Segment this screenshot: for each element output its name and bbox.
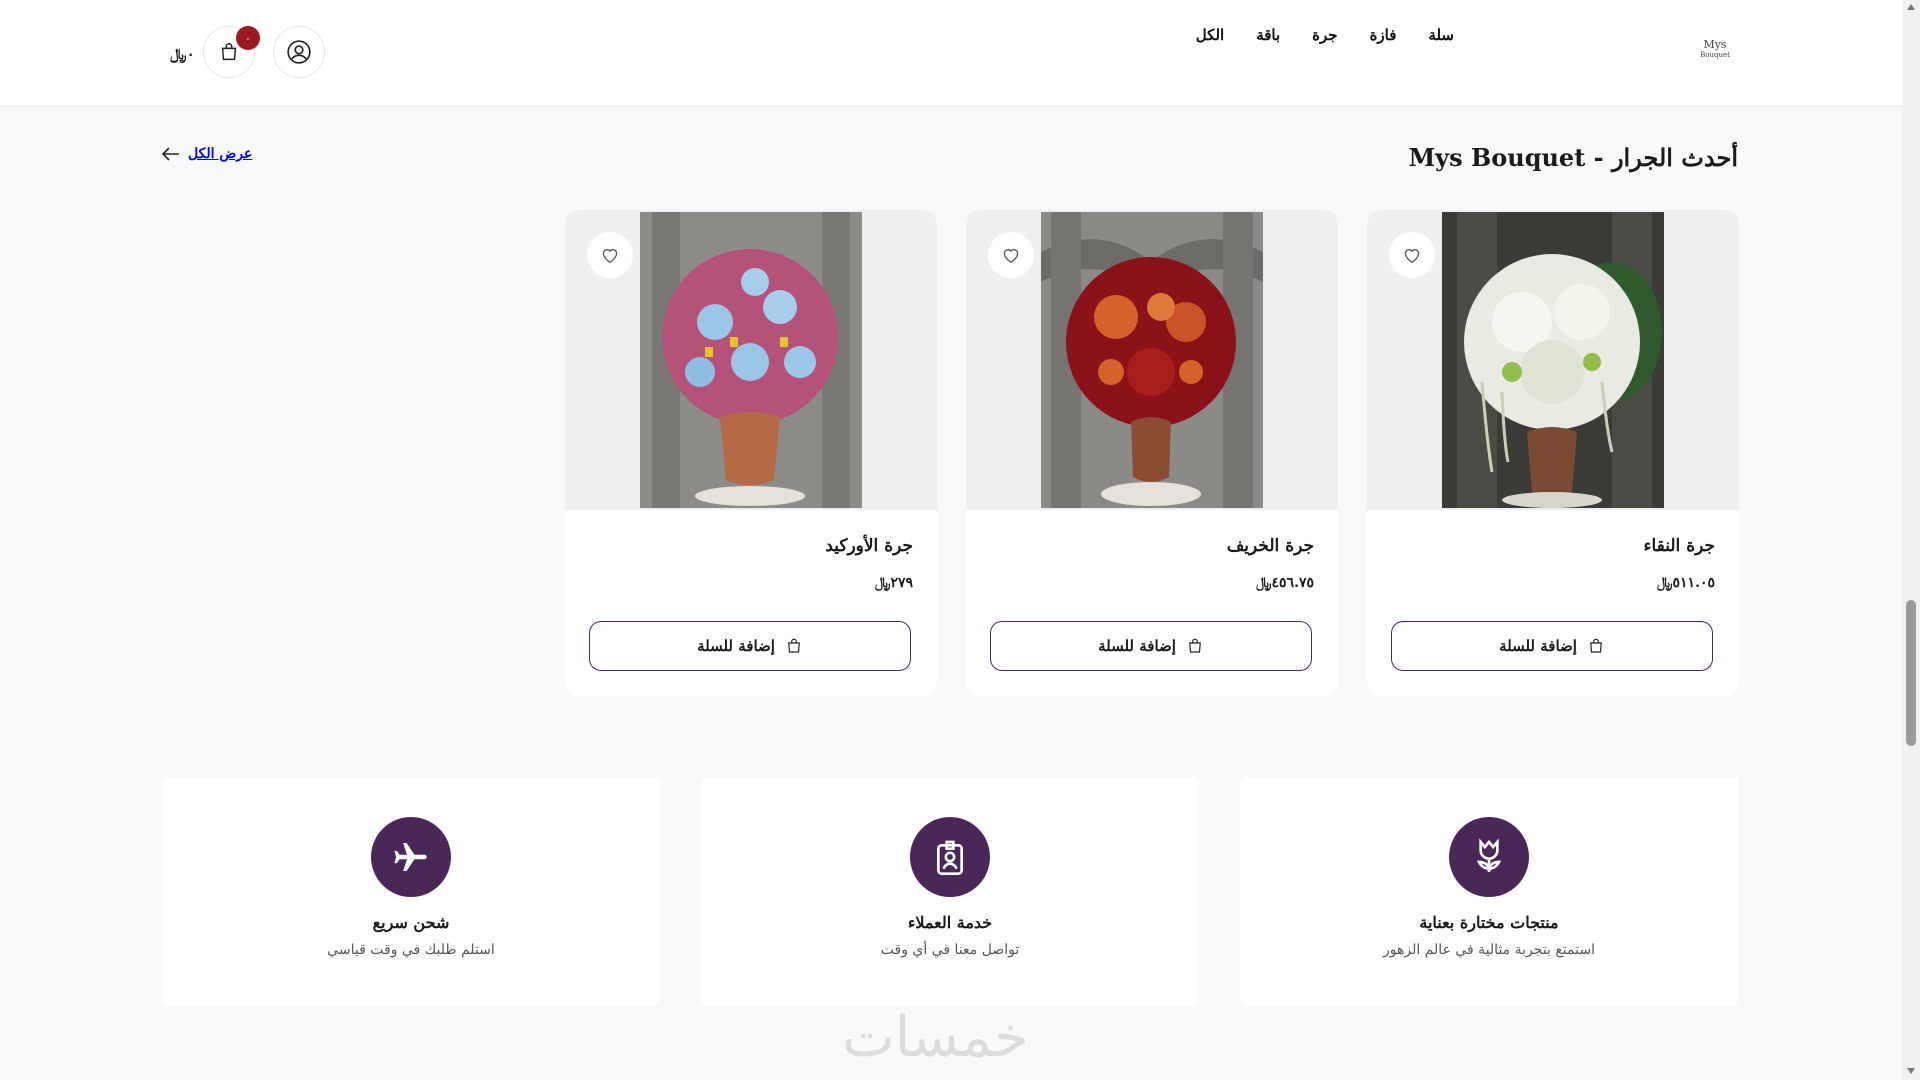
logo-subtext: Bouquet bbox=[1700, 51, 1730, 59]
shopping-bag-icon bbox=[1590, 638, 1602, 653]
shopping-bag-icon bbox=[1189, 638, 1201, 653]
user-icon bbox=[287, 40, 311, 64]
product-name[interactable]: جرة الأوركيد bbox=[825, 536, 913, 556]
feature-subtitle: استمتع بتجربة مثالية في عالم الزهور bbox=[1383, 942, 1595, 958]
feature-title: خدمة العملاء bbox=[907, 913, 993, 932]
tulip-icon bbox=[1449, 817, 1529, 897]
feature-subtitle: استلم طلبك في وقت قياسي bbox=[327, 942, 495, 958]
product-image[interactable] bbox=[1041, 212, 1263, 508]
add-to-cart-button[interactable]: إضافة للسلة bbox=[1391, 621, 1713, 671]
scroll-up-icon[interactable] bbox=[1907, 4, 1915, 10]
product-name[interactable]: جرة النقاء bbox=[1643, 536, 1715, 556]
favorite-button[interactable] bbox=[1389, 232, 1435, 278]
favorite-button[interactable] bbox=[988, 232, 1034, 278]
add-to-cart-button[interactable]: إضافة للسلة bbox=[990, 621, 1312, 671]
product-image-area bbox=[966, 210, 1338, 510]
cart-total: ٠﷼ bbox=[170, 45, 195, 63]
arrow-left-icon bbox=[162, 147, 179, 161]
feature-card-shipping: شحن سريع استلم طلبك في وقت قياسي bbox=[162, 777, 660, 1006]
product-price: ٢٧٩﷼ bbox=[874, 575, 913, 591]
nav-item-bouquet[interactable]: باقة bbox=[1256, 26, 1280, 44]
favorite-button[interactable] bbox=[587, 232, 633, 278]
nav-item-jar[interactable]: جرة bbox=[1312, 26, 1337, 44]
add-to-cart-label: إضافة للسلة bbox=[1098, 637, 1176, 655]
product-price: ٤٥٦.٧٥﷼ bbox=[1256, 575, 1314, 591]
product-name[interactable]: جرة الخريف bbox=[1227, 536, 1314, 556]
feature-card-support: خدمة العملاء تواصل معنا في أي وقت bbox=[701, 777, 1199, 1006]
view-all-link[interactable]: عرض الكل bbox=[162, 146, 252, 162]
cart-count-badge: ٠ bbox=[236, 26, 260, 50]
logo[interactable]: Mys Bouquet bbox=[1695, 39, 1735, 64]
airplane-icon bbox=[371, 817, 451, 897]
view-all-label: عرض الكل bbox=[188, 146, 253, 162]
product-image[interactable] bbox=[1442, 212, 1664, 508]
product-image-area bbox=[1367, 210, 1739, 510]
feature-title: منتجات مختارة بعناية bbox=[1419, 913, 1559, 932]
nav-item-basket[interactable]: سلة bbox=[1428, 26, 1454, 44]
shopping-bag-icon bbox=[221, 43, 237, 61]
account-button[interactable] bbox=[273, 26, 325, 78]
product-card[interactable]: جرة الأوركيد ٢٧٩﷼ إضافة للسلة bbox=[565, 210, 937, 696]
product-card[interactable]: جرة الخريف ٤٥٦.٧٥﷼ إضافة للسلة bbox=[966, 210, 1338, 696]
scroll-down-icon[interactable] bbox=[1907, 1068, 1915, 1074]
nav-item-all[interactable]: الكل bbox=[1196, 26, 1224, 44]
site-header: Mys Bouquet الكل باقة جرة فازة سلة ٠﷼ ٠ bbox=[0, 0, 1902, 105]
add-to-cart-label: إضافة للسلة bbox=[1499, 637, 1577, 655]
product-image-area bbox=[565, 210, 937, 510]
product-image[interactable] bbox=[640, 212, 862, 508]
add-to-cart-label: إضافة للسلة bbox=[697, 637, 775, 655]
heart-icon bbox=[1404, 249, 1420, 264]
scrollbar[interactable] bbox=[1902, 0, 1920, 1080]
section-title: أحدث الجرار - Mys Bouquet bbox=[1408, 143, 1738, 172]
heart-icon bbox=[1003, 249, 1019, 264]
feature-card-curated: منتجات مختارة بعناية استمتع بتجربة مثالي… bbox=[1240, 777, 1738, 1006]
add-to-cart-button[interactable]: إضافة للسلة bbox=[589, 621, 911, 671]
heart-icon bbox=[602, 249, 618, 264]
feature-title: شحن سريع bbox=[372, 913, 450, 932]
scrollbar-thumb[interactable] bbox=[1906, 600, 1916, 746]
product-price: ٥١١.٠٥﷼ bbox=[1657, 575, 1715, 591]
main-nav: الكل باقة جرة فازة سلة bbox=[1196, 26, 1454, 44]
shopping-bag-icon bbox=[788, 638, 800, 653]
feature-subtitle: تواصل معنا في أي وقت bbox=[880, 942, 1020, 958]
badge-person-icon bbox=[910, 817, 990, 897]
nav-item-vase[interactable]: فازة bbox=[1370, 26, 1397, 44]
watermark: خمسات bbox=[842, 1005, 1029, 1070]
product-card[interactable]: جرة النقاء ٥١١.٠٥﷼ إضافة للسلة bbox=[1367, 210, 1739, 696]
